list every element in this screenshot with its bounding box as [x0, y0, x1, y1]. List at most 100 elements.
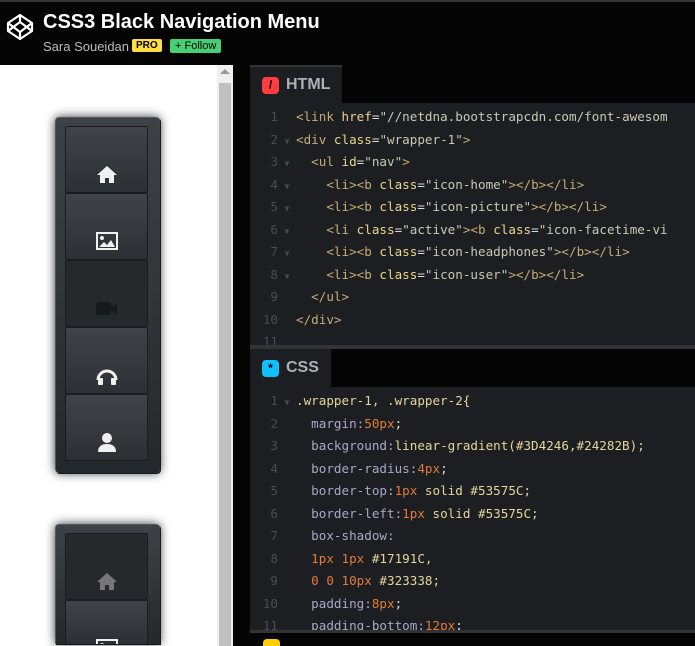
line-number: 9: [270, 573, 278, 588]
fold-arrow-icon: ▼: [284, 204, 290, 213]
code-token: =: [417, 266, 425, 282]
tab-css[interactable]: * CSS: [250, 349, 331, 387]
nav-button-home[interactable]: [65, 126, 148, 193]
code-token: linear-gradient(#3D4246,#24282B);: [394, 438, 645, 453]
code-token: "wrapper-1": [379, 131, 463, 147]
line-number: 7: [270, 244, 278, 259]
home-icon: [97, 166, 117, 183]
author-link[interactable]: Sara Soueidan: [43, 39, 129, 54]
code-line: 10 padding:8px;: [250, 593, 695, 616]
nav-button-picture[interactable]: [65, 600, 148, 644]
code-token: =: [417, 244, 425, 259]
code-token: #323338;: [379, 573, 441, 588]
code-token: class: [379, 176, 418, 192]
code-line: 1 <link href="//netdna.bootstrapcdn.com/f…: [250, 106, 695, 129]
home-icon: [97, 573, 117, 590]
code-token: >: [462, 131, 471, 147]
code-token: >: [402, 154, 410, 169]
code-token: <li><b: [296, 199, 380, 214]
line-number: 2: [270, 131, 278, 147]
fold-arrow-icon: ▼: [284, 136, 290, 146]
code-token: solid #53575C;: [424, 505, 539, 521]
line-number: 10: [262, 311, 278, 327]
code-token: 4px: [417, 460, 441, 476]
code-token: class: [333, 131, 372, 147]
code-token: =: [417, 199, 425, 214]
scroll-up-arrow-icon[interactable]: [220, 69, 230, 74]
codepen-logo-icon[interactable]: [6, 13, 34, 41]
code-line: 8 ▼ <li><b class="icon-user"></b></li>: [250, 264, 695, 287]
user-icon: [98, 433, 116, 452]
fold-arrow-icon: ▼: [284, 181, 290, 191]
code-token: ;: [394, 595, 403, 611]
line-number: 8: [270, 266, 278, 282]
code-line: 2 margin:50px;: [250, 413, 695, 436]
code-token: <li><b: [296, 266, 380, 282]
code-token: box-shadow:: [296, 528, 395, 543]
line-number: 1: [270, 109, 278, 124]
code-line: 4 border-radius:4px;: [250, 458, 695, 481]
code-token: ></b></li>: [508, 266, 585, 282]
code-token: "icon-user": [424, 266, 509, 282]
code-token: #17191C,: [371, 550, 433, 566]
code-line: 6 ▼ <li class="active"><b class="icon-fac…: [250, 219, 695, 242]
nav-button-facetime-video[interactable]: [65, 260, 148, 327]
line-number: 4: [270, 176, 278, 192]
code-token: =: [417, 176, 425, 192]
code-token: <link: [296, 109, 342, 124]
fold-arrow-icon: ▼: [284, 249, 290, 258]
code-token: 8px: [371, 595, 395, 611]
fold-arrow-icon: ▼: [284, 159, 290, 168]
follow-button[interactable]: + Follow: [170, 39, 222, 53]
code-token: 1px: [394, 483, 418, 498]
code-token: "icon-home": [424, 176, 509, 192]
code-line: 5 border-top:1px solid #53575C;: [250, 480, 695, 503]
code-token: .wrapper-1, .wrapper-2{: [296, 393, 471, 408]
code-token: </div>: [296, 311, 342, 327]
nav-button-home[interactable]: [65, 533, 148, 600]
line-number: 6: [270, 221, 278, 237]
nav-button-picture[interactable]: [65, 193, 148, 260]
code-line: 3 background:linear-gradient(#3D4246,#24…: [250, 435, 695, 458]
code-token: border-left:: [296, 505, 403, 521]
code-token: class: [379, 244, 418, 259]
preview-pane: [0, 65, 217, 646]
html-code-editor[interactable]: 1 <link href = "//netdna.bootstrapcdn.com/f…: [250, 106, 695, 354]
code-token: ></b></li>: [531, 199, 607, 214]
tab-html[interactable]: / HTML: [250, 65, 343, 103]
nav-button-headphones[interactable]: [65, 327, 148, 394]
css-code-editor[interactable]: 1 ▼ .wrapper-1, .wrapper-2{2 margin:50px; 3…: [250, 390, 695, 638]
code-token: ;: [440, 460, 448, 476]
line-number: 9: [270, 289, 278, 304]
code-token: "icon-facetime-vi: [538, 221, 668, 237]
line-number: 3: [270, 438, 278, 453]
nav-button-user[interactable]: [65, 394, 148, 461]
line-number: 6: [270, 505, 278, 521]
code-token: ><b: [462, 221, 494, 237]
code-line: 8 1px 1px #17191C,: [250, 548, 695, 571]
code-line: 1 ▼ .wrapper-1, .wrapper-2{: [250, 390, 695, 413]
code-token: solid #53575C;: [417, 483, 532, 498]
js-icon: [263, 639, 280, 646]
preview-scrollbar[interactable]: [217, 65, 233, 646]
code-token: <ul: [296, 154, 342, 169]
nav-wrapper-2: [55, 524, 160, 644]
code-line: 2 ▼ <div class="wrapper-1">: [250, 129, 695, 152]
line-number: 5: [270, 483, 278, 498]
line-number: 10: [262, 595, 278, 611]
css-editor-panel: * CSS 1 ▼ .wrapper-1, .wrapper-2{2 margin:…: [250, 349, 695, 633]
line-number: 2: [270, 415, 278, 431]
line-number: 5: [270, 199, 278, 214]
code-token: "//netdna.bootstrapcdn.com/font-awesom: [379, 109, 668, 124]
code-token: <li><b: [296, 176, 380, 192]
code-token: background:: [296, 438, 395, 453]
nav-wrapper-1: [55, 117, 160, 473]
code-token: "icon-picture": [424, 199, 532, 214]
js-editor-panel: [250, 630, 695, 646]
header: CSS3 Black Navigation Menu Sara Soueidan…: [0, 0, 695, 65]
code-line: 7 ▼ <li><b class="icon-headphones"></b></…: [250, 241, 695, 264]
code-token: "nav": [364, 154, 403, 169]
scroll-thumb[interactable]: [219, 83, 231, 646]
code-line: 9 </ul>: [250, 286, 695, 309]
code-token: margin:: [296, 415, 365, 431]
